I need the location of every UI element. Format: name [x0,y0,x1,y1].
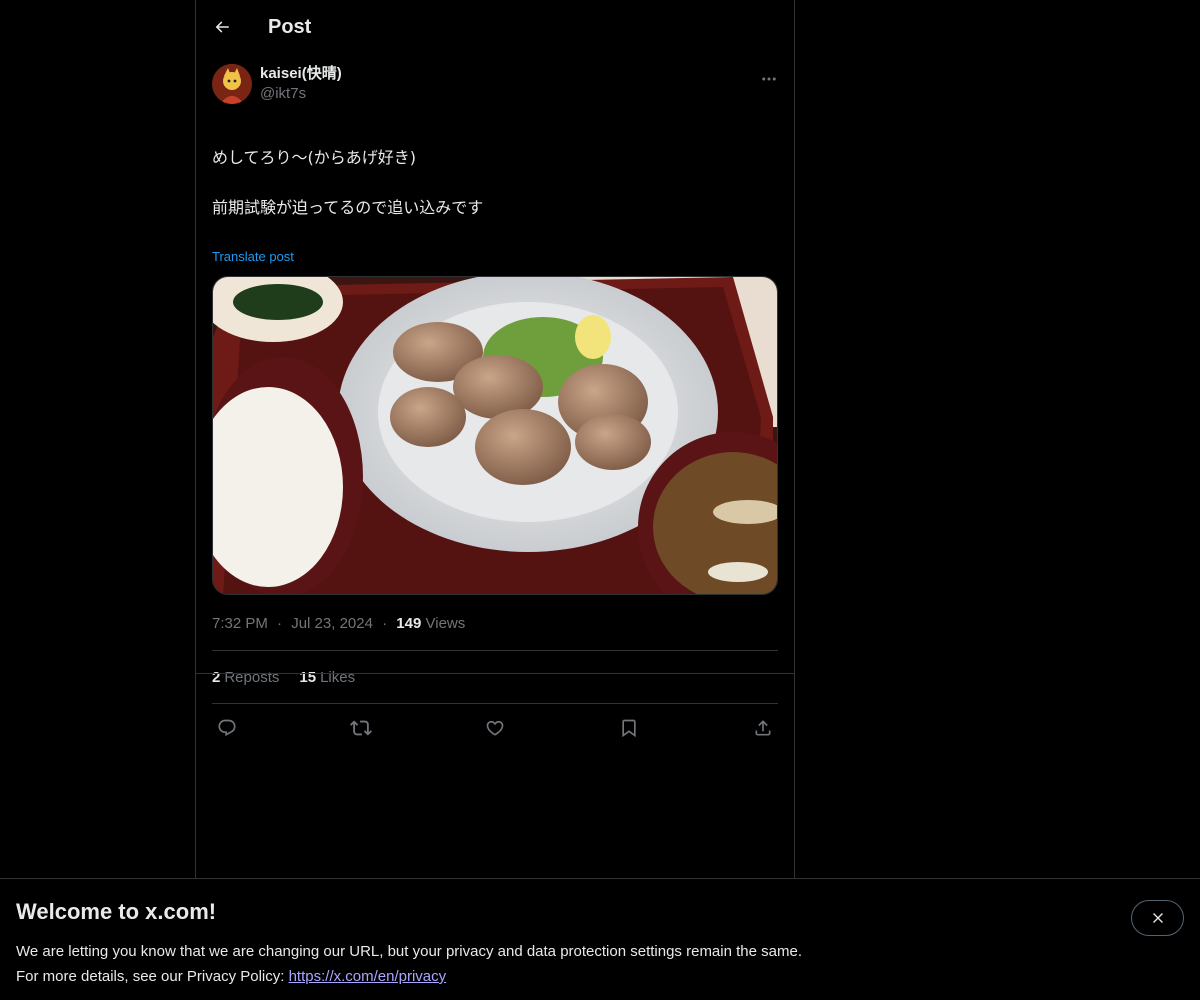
like-icon [486,720,504,736]
like-button[interactable] [484,717,506,739]
translate-post-link[interactable]: Translate post [212,249,778,264]
post-bottom-border [196,673,794,674]
repost-button[interactable] [350,717,372,739]
privacy-policy-link[interactable]: https://x.com/en/privacy [289,968,447,985]
author-row: kaisei(快晴) @ikt7s [212,64,778,104]
post-text-line2: 前期試験が迫ってるので追い込みです [212,198,484,217]
reply-icon [218,719,236,737]
banner-body: We are letting you know that we are chan… [16,939,1184,989]
primary-column: Post kaisei(快晴) @ikt7s めしてろり〜(からあげ好き) 前期… [195,0,795,880]
share-button[interactable] [752,717,774,739]
avatar-image [212,64,252,104]
likes-count: 15 [299,668,317,686]
food-photo [213,277,777,594]
url-change-banner: Welcome to x.com! We are letting you kno… [0,878,1200,1000]
page-title: Post [268,15,312,38]
meta-separator: · [277,615,283,632]
reposts-label: Reposts [224,668,280,686]
post: kaisei(快晴) @ikt7s めしてろり〜(からあげ好き) 前期試験が迫っ… [196,64,794,752]
post-time[interactable]: 7:32 PM [212,615,268,632]
views-count: 149 [396,615,422,632]
share-icon [755,720,771,736]
banner-line2: For more details, see our Privacy Policy… [16,964,1184,989]
meta-separator: · [382,615,388,632]
arrow-left-icon [215,21,229,33]
banner-line2-prefix: For more details, see our Privacy Policy… [16,968,289,985]
back-button[interactable] [212,17,232,37]
banner-title: Welcome to x.com! [16,899,217,924]
more-options-button[interactable] [760,70,778,93]
post-text-line1: めしてろり〜(からあげ好き) [212,148,417,167]
post-text: めしてろり〜(からあげ好き) 前期試験が迫ってるので追い込みです [212,120,778,245]
header: Post [196,0,794,54]
engagement-stats: 2 Reposts 15 Likes [212,651,778,703]
handle[interactable]: @ikt7s [260,84,342,104]
action-bar [212,704,778,752]
repost-icon [350,720,372,736]
reply-button[interactable] [216,717,238,739]
close-banner-button[interactable] [1131,900,1184,936]
author-text: kaisei(快晴) @ikt7s [260,64,342,104]
views-label: Views [425,615,466,632]
reposts-count: 2 [212,668,221,686]
likes-label: Likes [320,668,356,686]
more-horizontal-icon [762,77,776,81]
post-meta: 7:32 PM · Jul 23, 2024 · 149 Views [212,613,778,635]
banner-line1: We are letting you know that we are chan… [16,943,802,960]
likes-stat[interactable]: 15 Likes [299,669,355,686]
reposts-stat[interactable]: 2 Reposts [212,669,279,686]
close-icon [1152,913,1163,923]
display-name[interactable]: kaisei(快晴) [260,64,342,84]
post-image[interactable] [212,276,778,595]
post-date[interactable]: Jul 23, 2024 [291,615,373,632]
bookmark-button[interactable] [618,717,640,739]
avatar[interactable] [212,64,252,104]
bookmark-icon [622,719,636,738]
